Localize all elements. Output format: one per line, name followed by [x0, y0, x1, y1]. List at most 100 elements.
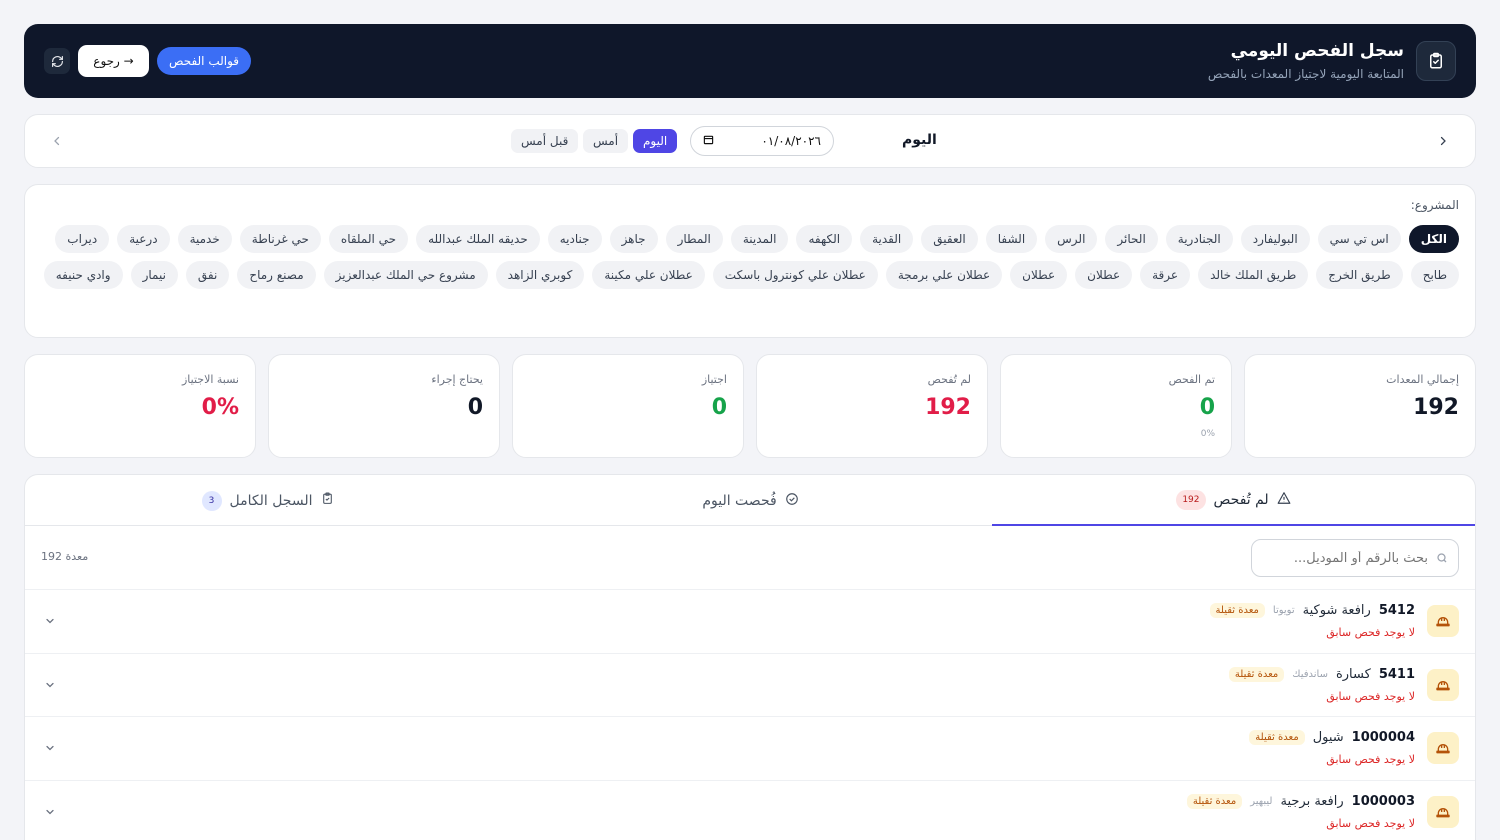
stat-label: اجتياز [701, 373, 727, 386]
project-chip[interactable]: عطلان [1075, 261, 1133, 289]
project-chip[interactable]: المطار [665, 225, 723, 253]
chevron-down-icon[interactable] [41, 739, 59, 757]
selected-day-label: اليوم [902, 132, 937, 148]
tab-label: فُحصت اليوم [702, 492, 777, 509]
equipment-row[interactable]: 1000004 شيول معدة ثقيلة لا يوجد فحص سابق [25, 716, 1475, 779]
equipment-list-panel: لم تُفحص 192 فُحصت اليوم السجل الكامل 3 … [24, 474, 1476, 840]
chevron-right-icon[interactable] [1433, 131, 1453, 151]
project-chip[interactable]: حي غرناطة [239, 225, 321, 253]
equipment-code: 5411 [1378, 666, 1415, 682]
stat-value: 192 [925, 395, 971, 420]
chevron-down-icon[interactable] [41, 803, 59, 821]
stat-total-equipment: إجمالي المعدات 192 [1244, 354, 1476, 458]
project-chip[interactable]: الكل [1408, 225, 1459, 253]
project-chip[interactable]: نفق [185, 261, 230, 289]
equipment-code: 5412 [1378, 603, 1415, 618]
search-icon [1436, 549, 1448, 568]
project-chip[interactable]: مشروع حي الملك عبدالعزيز [323, 261, 488, 289]
tab-label: لم تُفحص [1213, 491, 1269, 508]
project-chip[interactable]: جاهز [609, 225, 658, 253]
equipment-brand: ساندفيك [1292, 668, 1328, 680]
equipment-category-badge: معدة ثقيلة [1209, 603, 1265, 618]
project-chip[interactable]: طريق الملك خالد [1198, 261, 1309, 289]
tab-not-inspected[interactable]: لم تُفحص 192 [992, 475, 1475, 526]
project-chip[interactable]: العقيق [921, 225, 978, 253]
equipment-info: 1000004 شيول معدة ثقيلة [1249, 730, 1415, 745]
equipment-category-badge: معدة ثقيلة [1228, 666, 1285, 682]
project-chip[interactable]: الحائر [1105, 225, 1158, 253]
stat-label: لم تُفحص [927, 373, 971, 386]
day-before-yesterday-button[interactable]: قبل أمس [511, 129, 579, 153]
date-field[interactable]: ٠١/٠٨/٢٠٢٦ [690, 126, 834, 156]
chevron-down-icon[interactable] [41, 612, 59, 630]
tab-bar: لم تُفحص 192 فُحصت اليوم السجل الكامل 3 [25, 475, 1475, 526]
project-chip[interactable]: مصنع رماح [237, 261, 316, 289]
stat-value: 0 [467, 395, 483, 420]
project-chip[interactable]: كوبري الزاهد [495, 261, 585, 289]
project-chip[interactable]: الرس [1045, 225, 1098, 253]
project-chip[interactable]: خدمية [177, 225, 232, 253]
project-chip[interactable]: الجنادرية [1165, 225, 1233, 253]
project-chip[interactable]: اس تي سي [1317, 225, 1401, 253]
clipboard-check-icon [1416, 41, 1456, 81]
project-chip[interactable]: طريق الخرج [1316, 261, 1403, 289]
page-title: سجل الفحص اليومي [1230, 41, 1404, 61]
equipment-info: 5412 رافعة شوكية تويوتا معدة ثقيلة [1209, 603, 1415, 618]
tab-count-badge: 192 [1176, 489, 1206, 510]
warning-icon [1277, 491, 1291, 509]
today-button[interactable]: اليوم [633, 129, 678, 153]
chevron-left-icon[interactable] [47, 131, 67, 151]
project-chip[interactable]: عطلان [1010, 261, 1068, 289]
equipment-brand: ليبهير [1250, 795, 1273, 807]
inspection-status: لا يوجد فحص سابق [1326, 626, 1415, 639]
project-chip[interactable]: نيمار [130, 261, 178, 289]
stat-passed: اجتياز 0 [512, 354, 744, 458]
project-chip[interactable]: المدينة [730, 225, 789, 253]
hard-hat-icon [1427, 795, 1459, 828]
equipment-info: 1000003 رافعة برجية ليبهير معدة ثقيلة [1186, 793, 1415, 809]
equipment-name: رافعة برجية [1280, 793, 1344, 809]
project-chip[interactable]: القدية [860, 225, 914, 253]
project-chip[interactable]: عرقة [1140, 261, 1191, 289]
project-chip[interactable]: ديراب [55, 225, 110, 253]
chevron-down-icon[interactable] [41, 676, 59, 694]
equipment-row[interactable]: 1000003 رافعة برجية ليبهير معدة ثقيلة لا… [25, 779, 1475, 840]
inspection-status: لا يوجد فحص سابق [1326, 689, 1415, 703]
date-navigator: اليوم ٠١/٠٨/٢٠٢٦ اليوم أمس قبل أمس [24, 114, 1476, 168]
refresh-icon[interactable] [44, 48, 70, 74]
yesterday-button[interactable]: أمس [583, 129, 629, 153]
project-filter-label: المشروع: [1410, 198, 1459, 212]
project-chip[interactable]: عطلان علي مكينة [592, 261, 705, 289]
stat-needs-action: يحتاج إجراء 0 [268, 354, 500, 458]
project-chip[interactable]: عطلان علي كونترول باسكت [712, 261, 878, 289]
date-value: ٠١/٠٨/٢٠٢٦ [761, 134, 821, 148]
project-chip[interactable]: طابح [1410, 261, 1459, 289]
stat-percent: 0% [1200, 429, 1215, 439]
search-box[interactable] [1251, 539, 1459, 577]
project-chip[interactable]: درعية [117, 225, 170, 253]
inspection-status: لا يوجد فحص سابق [1326, 753, 1415, 766]
project-filter: المشروع: الكل اس تي سي البوليفارد الجنادرية… [24, 184, 1476, 338]
project-chip[interactable]: وادي حنيفه [43, 261, 123, 289]
project-chip[interactable]: حديقه الملك عبدالله [416, 225, 540, 253]
project-chip[interactable]: عطلان علي برمجة [885, 261, 1003, 289]
project-chip[interactable]: الشفا [985, 225, 1038, 253]
equipment-row[interactable]: 5412 رافعة شوكية تويوتا معدة ثقيلة لا يو… [25, 589, 1475, 652]
equipment-brand: تويوتا [1272, 605, 1295, 616]
equipment-category-badge: معدة ثقيلة [1186, 793, 1243, 809]
project-chip[interactable]: حي الملقاه [328, 225, 409, 253]
equipment-row[interactable]: 5411 كسارة ساندفيك معدة ثقيلة لا يوجد فح… [25, 652, 1475, 716]
project-chip[interactable]: الكهفه [796, 225, 853, 253]
back-button[interactable]: → رجوع [78, 45, 149, 77]
stat-inspected: تم الفحص 0 0% [1000, 354, 1232, 458]
project-chip[interactable]: البوليفارد [1240, 225, 1310, 253]
inspection-status: لا يوجد فحص سابق [1326, 816, 1415, 830]
search-input[interactable] [1268, 550, 1428, 566]
equipment-code: 1000003 [1351, 793, 1415, 809]
inspection-templates-button[interactable]: قوالب الفحص [157, 47, 252, 75]
project-chip[interactable]: جناديه [547, 225, 602, 253]
hard-hat-icon [1427, 605, 1459, 637]
calendar-icon[interactable] [703, 134, 714, 148]
tab-inspected-today[interactable]: فُحصت اليوم [509, 475, 992, 526]
tab-full-history[interactable]: السجل الكامل 3 [26, 475, 509, 526]
